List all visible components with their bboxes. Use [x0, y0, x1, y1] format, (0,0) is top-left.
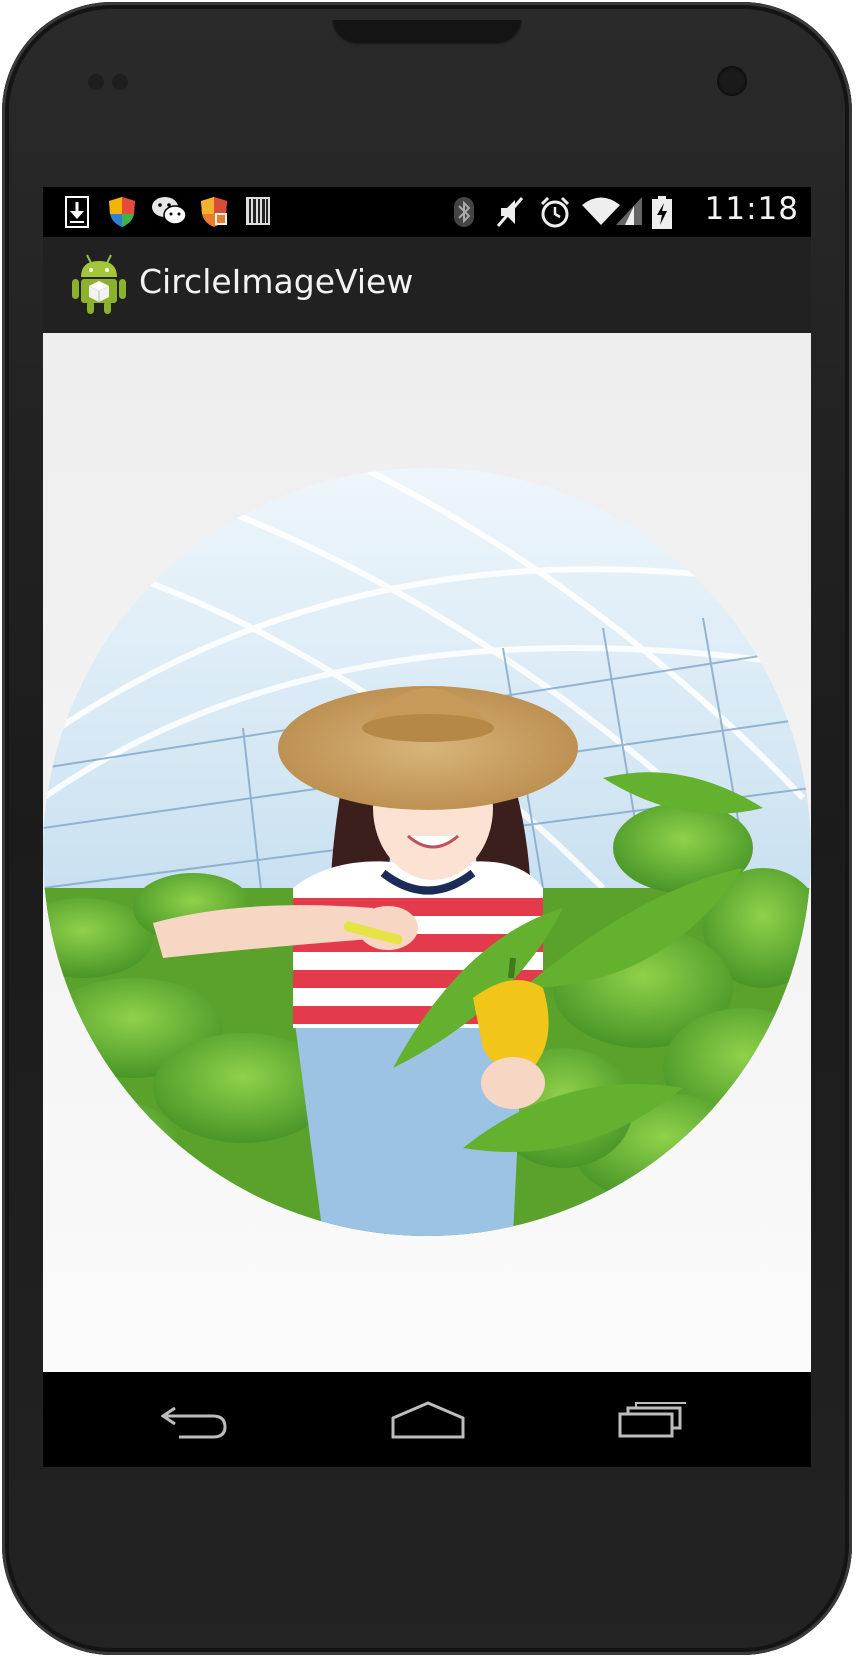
navigation-bar — [43, 1372, 811, 1467]
bluetooth-icon — [454, 197, 474, 227]
security-icon — [201, 197, 227, 227]
android-icon — [72, 254, 126, 314]
app-title: CircleImageView — [139, 262, 414, 301]
signal-icon — [616, 197, 642, 225]
home-icon[interactable] — [391, 1400, 465, 1440]
vibrate-icon — [496, 197, 524, 227]
alarm-icon — [540, 196, 570, 228]
back-icon[interactable] — [161, 1400, 229, 1440]
shield-icon — [109, 197, 135, 227]
status-bar: 11:18 — [43, 187, 811, 237]
proximity-sensors — [88, 74, 136, 94]
action-bar: CircleImageView — [43, 237, 811, 334]
circle-image — [43, 468, 811, 1236]
front-camera — [717, 66, 747, 96]
screen: 11:18 CircleImageView — [43, 187, 811, 1467]
status-clock: 11:18 — [704, 191, 799, 227]
barcode-icon — [246, 197, 270, 225]
recents-icon[interactable] — [618, 1400, 688, 1440]
wechat-icon — [152, 197, 187, 225]
download-icon — [65, 196, 89, 228]
earpiece-speaker — [332, 20, 522, 46]
battery-charging-icon — [652, 196, 672, 229]
content-area — [43, 333, 811, 1372]
